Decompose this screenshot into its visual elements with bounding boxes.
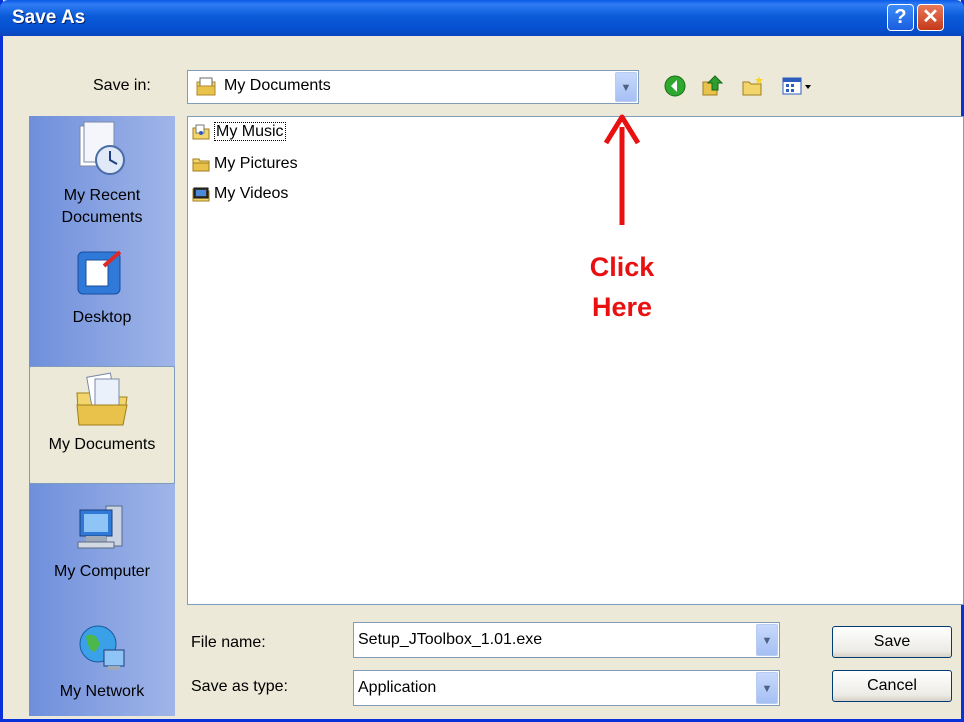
back-icon[interactable] bbox=[663, 74, 687, 98]
list-item-my-music[interactable]: My Music bbox=[192, 121, 286, 143]
window-title: Save As bbox=[12, 7, 86, 28]
my-computer-icon bbox=[77, 505, 123, 549]
place-label: Documents bbox=[61, 209, 143, 226]
annotation-text: Click Here bbox=[562, 247, 682, 327]
place-my-recent-documents[interactable]: My Recent Documents bbox=[29, 116, 175, 236]
save-as-type-value: Application bbox=[358, 679, 437, 696]
save-in-value: My Documents bbox=[224, 77, 331, 94]
places-bar: My Recent Documents Desktop My Documents bbox=[29, 116, 175, 716]
file-name: My Music bbox=[214, 122, 286, 141]
place-my-network[interactable]: My Network bbox=[29, 616, 175, 716]
views-menu-icon[interactable] bbox=[781, 74, 815, 98]
save-button[interactable]: Save bbox=[832, 626, 952, 658]
place-label: My Recent bbox=[63, 187, 141, 204]
annotation-line-2: Here bbox=[591, 292, 653, 322]
place-desktop[interactable]: Desktop bbox=[29, 240, 175, 350]
title-bar[interactable]: Save As ? ✕ bbox=[0, 0, 964, 36]
place-my-documents[interactable]: My Documents bbox=[29, 366, 175, 484]
my-network-icon bbox=[79, 625, 125, 670]
save-as-type-label: Save as type: bbox=[191, 678, 288, 695]
place-label: Desktop bbox=[72, 309, 132, 326]
file-name-label: File name: bbox=[191, 634, 266, 651]
save-in-combobox[interactable]: My Documents ▼ bbox=[187, 70, 639, 104]
file-name-combobox[interactable]: Setup_JToolbox_1.01.exe ▼ bbox=[353, 622, 780, 658]
file-name-dropdown-arrow[interactable]: ▼ bbox=[756, 624, 778, 656]
save-in-label: Save in: bbox=[93, 77, 151, 94]
file-list[interactable]: My Music My Pictures My Videos Click Her… bbox=[187, 114, 964, 605]
up-folder-icon[interactable] bbox=[701, 74, 725, 98]
help-button[interactable]: ? bbox=[887, 4, 914, 31]
my-documents-icon bbox=[76, 372, 128, 426]
annotation-arrow bbox=[603, 114, 641, 225]
file-name: My Pictures bbox=[214, 155, 298, 172]
save-as-dialog: Save As ? ✕ Save in: My Documents ▼ My R… bbox=[0, 0, 964, 722]
file-name-value: Setup_JToolbox_1.01.exe bbox=[358, 631, 543, 648]
folder-icon bbox=[192, 158, 210, 172]
my-documents-small-icon bbox=[196, 77, 216, 96]
new-folder-icon[interactable] bbox=[741, 74, 765, 98]
place-label: My Network bbox=[59, 683, 145, 700]
close-button[interactable]: ✕ bbox=[917, 4, 944, 31]
music-folder-icon bbox=[192, 124, 210, 140]
video-folder-icon bbox=[192, 187, 210, 202]
desktop-icon bbox=[77, 250, 122, 295]
save-in-dropdown-arrow[interactable]: ▼ bbox=[615, 72, 637, 102]
save-as-type-combobox[interactable]: Application ▼ bbox=[353, 670, 780, 706]
place-label: My Computer bbox=[53, 563, 151, 580]
cancel-button[interactable]: Cancel bbox=[832, 670, 952, 702]
save-as-type-dropdown-arrow[interactable]: ▼ bbox=[756, 672, 778, 704]
recent-documents-icon bbox=[79, 121, 125, 175]
file-name: My Videos bbox=[214, 185, 289, 202]
place-my-computer[interactable]: My Computer bbox=[29, 494, 175, 604]
list-item-my-videos[interactable]: My Videos bbox=[192, 183, 288, 205]
list-item-my-pictures[interactable]: My Pictures bbox=[192, 153, 298, 175]
place-label: My Documents bbox=[48, 436, 156, 453]
annotation-line-1: Click bbox=[589, 252, 655, 282]
